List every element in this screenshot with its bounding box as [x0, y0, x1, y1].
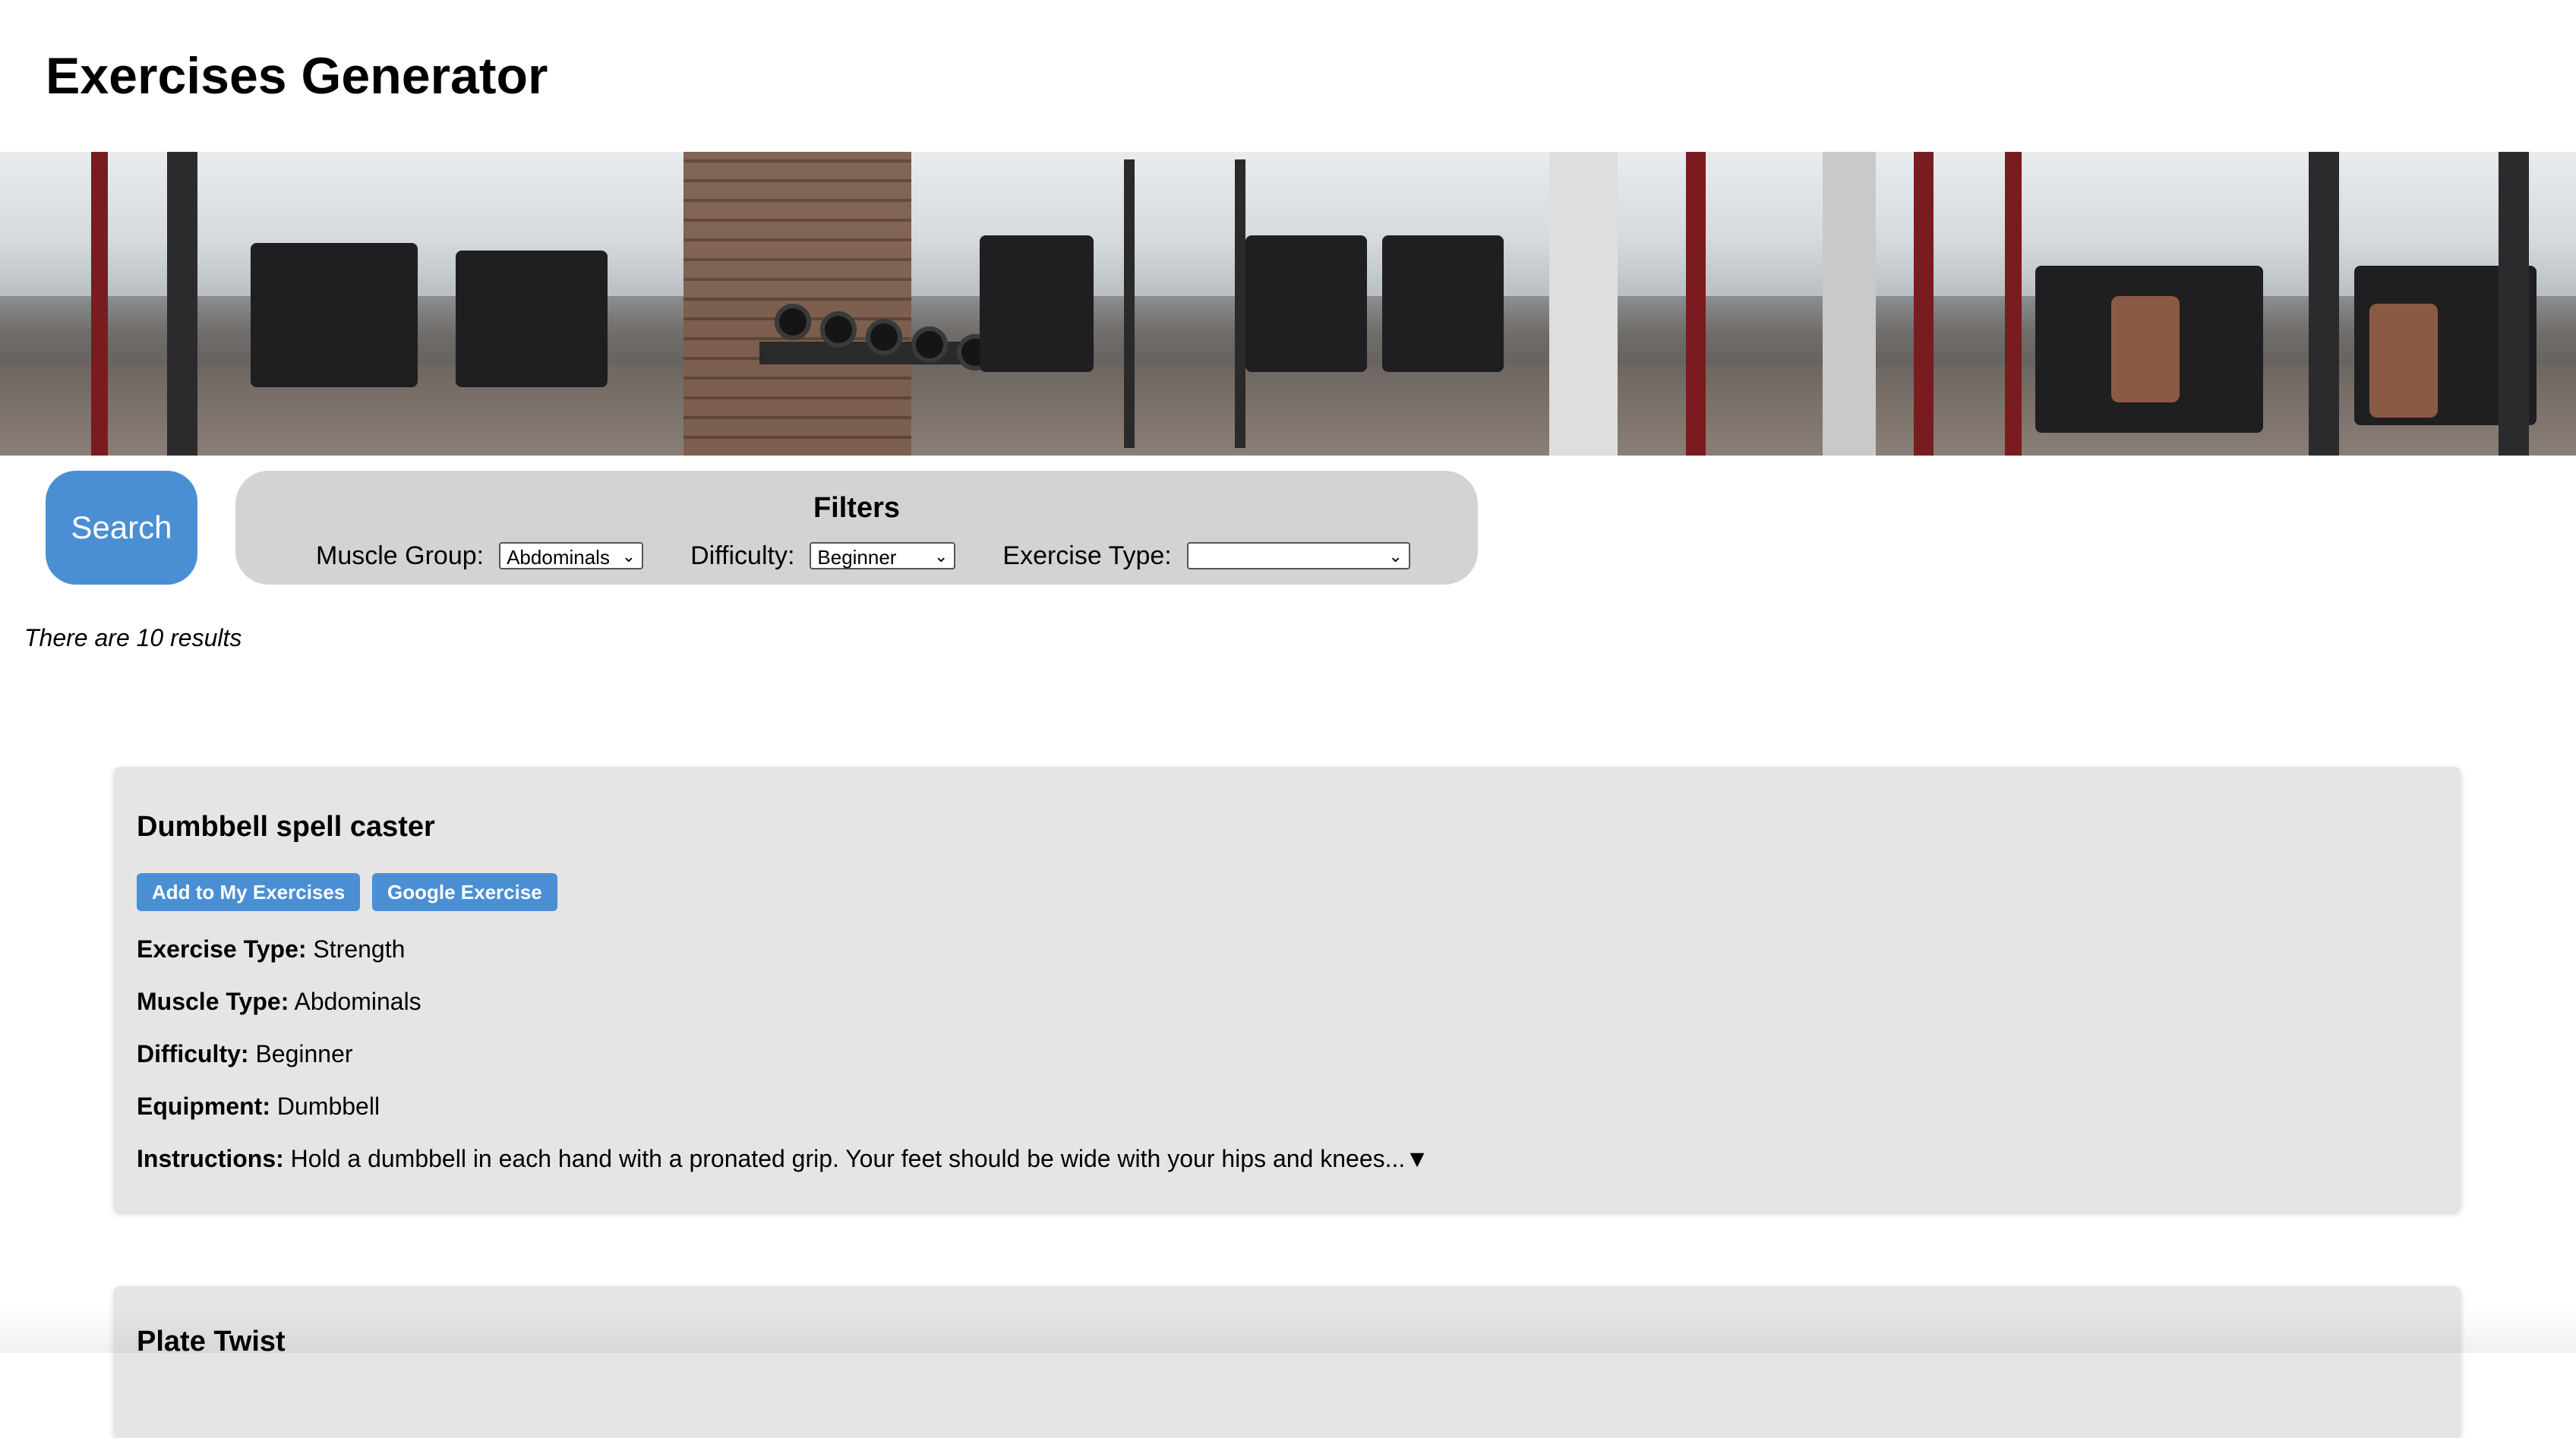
detail-label: Exercise Type: [137, 935, 307, 963]
hero-squat-rack [1124, 159, 1245, 448]
detail-label: Instructions: [137, 1145, 284, 1172]
chevron-down-icon: ⌄ [621, 547, 636, 566]
hero-pillar [1823, 152, 1876, 456]
add-to-my-exercises-button[interactable]: Add to My Exercises [137, 873, 361, 911]
hero-treadmill [980, 235, 1094, 372]
exercise-type-label: Exercise Type: [1002, 541, 1172, 570]
instructions-text: Hold a dumbbell in each hand with a pron… [290, 1145, 1406, 1172]
results-count: There are 10 results [24, 624, 242, 651]
difficulty-detail: Difficulty: Beginner [137, 1040, 353, 1068]
hero-pillar [2499, 152, 2529, 456]
difficulty-label: Difficulty: [690, 541, 795, 570]
exercise-title: Plate Twist [137, 1326, 286, 1358]
hero-machine-seat [2111, 296, 2180, 402]
muscle-group-value: Abdominals [507, 546, 610, 569]
exercise-card: Dumbbell spell caster Add to My Exercise… [114, 767, 2461, 1212]
instructions-detail: Instructions: Hold a dumbbell in each ha… [137, 1145, 1429, 1173]
muscle-type-detail: Muscle Type: Abdominals [137, 988, 421, 1016]
page-title: Exercises Generator [46, 47, 548, 105]
difficulty-value: Beginner [817, 546, 897, 569]
muscle-group-select[interactable]: Abdominals ⌄ [499, 542, 644, 569]
chevron-down-icon: ⌄ [933, 547, 949, 566]
hero-treadmill [1245, 235, 1367, 372]
gym-hero-image [0, 152, 2576, 456]
hero-red-frame [1914, 152, 1934, 456]
detail-label: Difficulty: [137, 1040, 249, 1067]
hero-pillar [1549, 152, 1618, 456]
exercise-card: Plate Twist [114, 1286, 2461, 1438]
hero-dumbbell [866, 319, 902, 355]
google-exercise-button[interactable]: Google Exercise [372, 873, 557, 911]
hero-dumbbell [775, 304, 811, 340]
filter-row: Muscle Group: Abdominals ⌄ Difficulty: B… [316, 541, 1410, 571]
hero-red-frame [2005, 152, 2022, 456]
hero-treadmill [1382, 235, 1504, 372]
hero-treadmill [456, 251, 608, 387]
hero-red-frame [91, 152, 108, 456]
filters-title: Filters [813, 492, 901, 524]
filters-panel: Filters Muscle Group: Abdominals ⌄ Diffi… [235, 471, 1478, 585]
detail-value: Abdominals [294, 988, 421, 1015]
exercise-type-select[interactable]: ⌄ [1186, 542, 1410, 569]
detail-value: Beginner [255, 1040, 353, 1067]
hero-machine-seat [2369, 304, 2438, 418]
chevron-down-icon: ⌄ [1388, 547, 1403, 566]
detail-value: Dumbbell [276, 1093, 380, 1120]
exercise-type-detail: Exercise Type: Strength [137, 935, 405, 963]
difficulty-select[interactable]: Beginner ⌄ [810, 542, 956, 569]
hero-red-frame [1686, 152, 1706, 456]
equipment-detail: Equipment: Dumbbell [137, 1093, 380, 1121]
detail-value: Strength [313, 935, 406, 963]
detail-label: Equipment: [137, 1093, 270, 1120]
exercise-title: Dumbbell spell caster [137, 811, 435, 843]
hero-pillar [2309, 152, 2339, 456]
hero-dumbbell [820, 311, 857, 348]
hero-treadmill [251, 243, 418, 387]
hero-dumbbell [911, 326, 948, 363]
search-button[interactable]: Search [46, 471, 197, 585]
hero-pillar [167, 152, 197, 456]
muscle-group-label: Muscle Group: [316, 541, 485, 570]
expand-triangle-icon[interactable]: ▼ [1405, 1145, 1429, 1172]
detail-label: Muscle Type: [137, 988, 289, 1015]
